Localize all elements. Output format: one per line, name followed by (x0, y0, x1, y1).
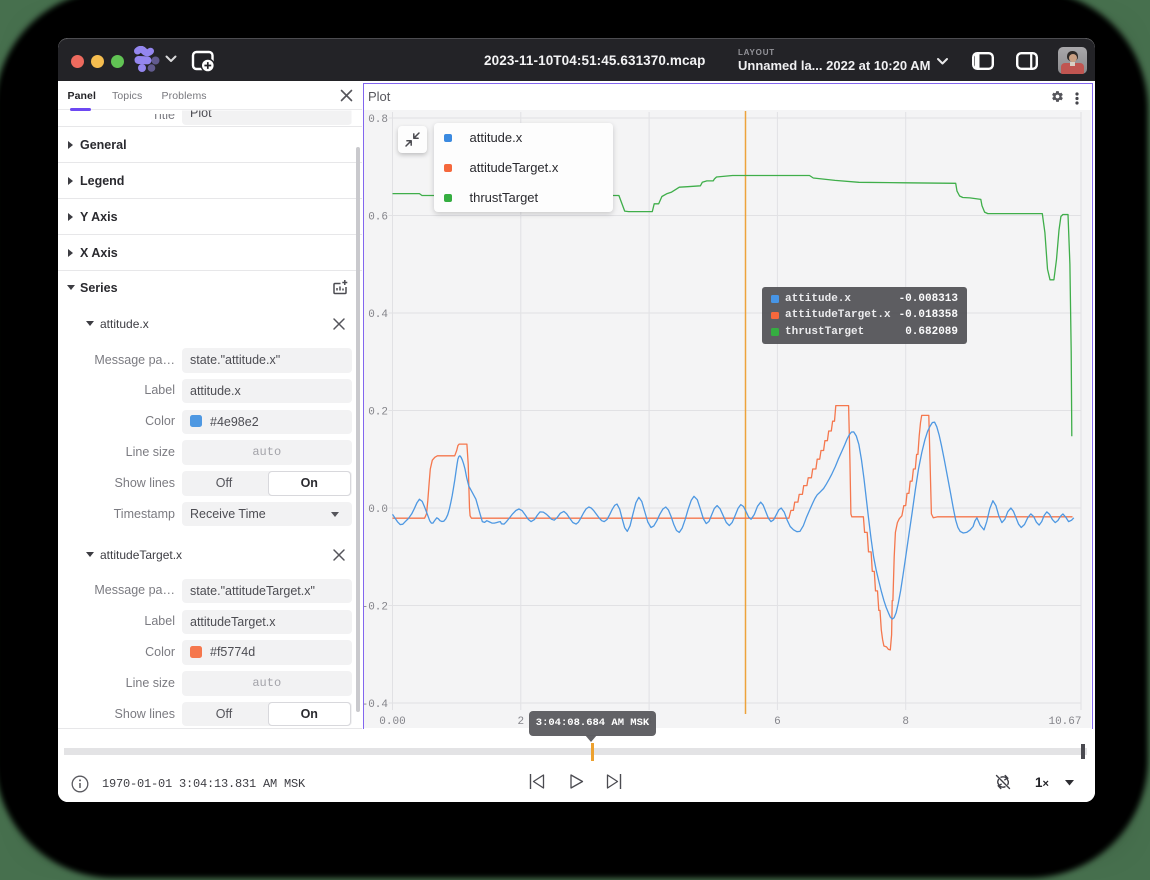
svg-text:-0.4: -0.4 (364, 699, 388, 711)
svg-text:0.4: 0.4 (368, 309, 388, 321)
svg-text:-0.2: -0.2 (364, 601, 388, 613)
svg-text:2: 2 (517, 716, 524, 728)
svg-text:0.2: 0.2 (368, 406, 388, 418)
svg-text:10.67: 10.67 (1048, 716, 1081, 728)
svg-text:0.8: 0.8 (368, 114, 388, 126)
svg-text:0.0: 0.0 (368, 504, 388, 516)
svg-text:6: 6 (774, 716, 781, 728)
svg-text:8: 8 (902, 716, 909, 728)
svg-text:0.6: 0.6 (368, 211, 388, 223)
svg-text:0.00: 0.00 (379, 716, 405, 728)
